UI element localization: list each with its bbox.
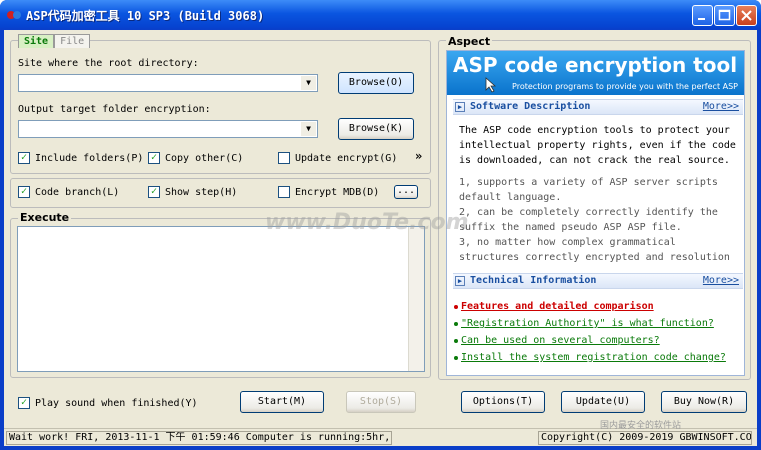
browse-root-button[interactable]: Browse(O) <box>338 72 414 94</box>
tech-more-link[interactable]: More>> <box>703 275 739 286</box>
banner-title: ASP code encryption tool <box>453 53 738 77</box>
tech-link-registration[interactable]: "Registration Authority" is what functio… <box>461 318 714 329</box>
log-scrollbar[interactable] <box>408 227 424 371</box>
expand-toggle[interactable]: » <box>415 149 422 163</box>
copy-other-checkbox[interactable]: ✓ Copy other(C) <box>148 151 243 165</box>
app-window: ASP代码加密工具 10 SP3 (Build 3068) Site File … <box>0 0 761 450</box>
technical-information-bar: ▶ Technical Information More>> <box>453 273 743 289</box>
update-encrypt-checkbox[interactable]: Update encrypt(G) <box>278 151 397 165</box>
features-text: 1, supports a variety of ASP server scri… <box>459 177 730 278</box>
description-more-link[interactable]: More>> <box>703 101 739 112</box>
watermark-corner-text: 国内最安全的软件站 <box>600 421 682 431</box>
output-dir-label: Output target folder encryption: <box>18 104 211 115</box>
watermark-text: www.DuoTe.com <box>265 210 469 235</box>
cursor-icon <box>485 77 497 93</box>
triangle-right-icon: ▶ <box>455 102 465 112</box>
banner-subtitle: Protection programs to provide you with … <box>512 82 738 91</box>
checkbox-icon[interactable]: ✓ <box>18 186 30 198</box>
browse-output-button[interactable]: Browse(K) <box>338 118 414 140</box>
software-description-title: Software Description <box>470 101 591 112</box>
chevron-down-icon[interactable]: ▼ <box>301 122 316 136</box>
checkbox-icon[interactable]: ✓ <box>18 152 30 164</box>
options-button[interactable]: Options(T) <box>461 391 545 413</box>
aspect-title: Aspect <box>446 35 493 48</box>
tech-link-features[interactable]: Features and detailed comparison <box>461 301 654 312</box>
aspect-panel: ASP code encryption tool Protection prog… <box>446 50 745 376</box>
encrypt-mdb-checkbox[interactable]: Encrypt MDB(D) <box>278 185 379 199</box>
checkbox-icon[interactable]: ✓ <box>18 397 30 409</box>
stop-button[interactable]: Stop(S) <box>346 391 416 413</box>
play-sound-checkbox[interactable]: ✓ Play sound when finished(Y) <box>18 396 198 410</box>
tab-site[interactable]: Site <box>18 34 55 48</box>
buy-now-button[interactable]: Buy Now(R) <box>661 391 747 413</box>
bullet-icons <box>454 305 458 360</box>
technical-information-title: Technical Information <box>470 275 597 286</box>
root-dir-combo[interactable]: ▼ <box>18 74 318 92</box>
close-button[interactable] <box>736 5 757 26</box>
chevron-down-icon[interactable]: ▼ <box>301 76 316 90</box>
source-tabs: Site File <box>18 34 91 48</box>
close-icon <box>741 10 752 21</box>
minimize-icon <box>698 18 705 20</box>
product-banner: ASP code encryption tool Protection prog… <box>447 51 744 95</box>
software-description-bar: ▶ Software Description More>> <box>453 99 743 115</box>
checkbox-icon[interactable] <box>278 152 290 164</box>
maximize-icon <box>718 9 731 21</box>
status-message: Wait work! FRI, 2013-11-1 下午 01:59:46 Co… <box>6 431 392 445</box>
checkbox-icon[interactable] <box>278 186 290 198</box>
show-step-checkbox[interactable]: ✓ Show step(H) <box>148 185 237 199</box>
execute-title: Execute <box>18 211 72 224</box>
minimize-button[interactable] <box>692 5 713 26</box>
output-dir-combo[interactable]: ▼ <box>18 120 318 138</box>
maximize-button[interactable] <box>714 5 735 26</box>
tech-link-computers[interactable]: Can be used on several computers? <box>461 335 660 346</box>
window-title: ASP代码加密工具 10 SP3 (Build 3068) <box>26 9 265 23</box>
execute-log[interactable] <box>17 226 425 372</box>
include-folders-checkbox[interactable]: ✓ Include folders(P) <box>18 151 143 165</box>
mdb-settings-button[interactable]: ... <box>394 185 418 199</box>
triangle-right-icon: ▶ <box>455 276 465 286</box>
root-dir-label: Site where the root directory: <box>18 58 199 69</box>
checkbox-icon[interactable]: ✓ <box>148 186 160 198</box>
start-button[interactable]: Start(M) <box>240 391 324 413</box>
code-branch-checkbox[interactable]: ✓ Code branch(L) <box>18 185 119 199</box>
app-icon <box>7 11 21 19</box>
checkbox-icon[interactable]: ✓ <box>148 152 160 164</box>
title-bar[interactable]: ASP代码加密工具 10 SP3 (Build 3068) <box>0 0 761 30</box>
tab-file[interactable]: File <box>54 34 91 48</box>
copyright-text: Copyright(C) 2009-2019 GBWINSOFT.COM <box>538 431 752 445</box>
description-text: The ASP code encryption tools to protect… <box>459 125 736 166</box>
update-button[interactable]: Update(U) <box>561 391 645 413</box>
tech-link-install[interactable]: Install the system registration code cha… <box>461 352 726 363</box>
